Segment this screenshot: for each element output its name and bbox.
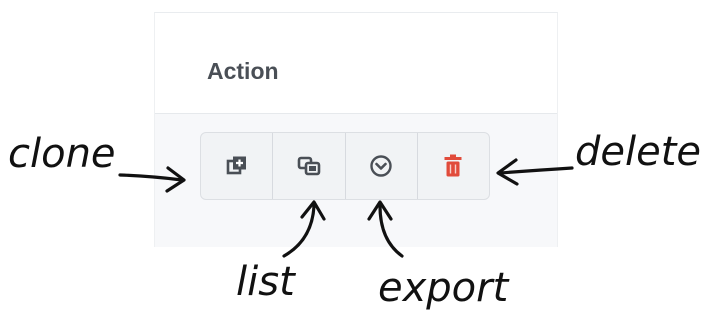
export-annotation: export	[378, 265, 509, 311]
export-arrow	[378, 204, 404, 258]
clone-arrow	[118, 173, 184, 182]
list-arrow	[282, 204, 316, 258]
delete-annotation: delete	[575, 129, 702, 175]
clone-annotation: clone	[8, 131, 116, 177]
list-annotation: list	[236, 259, 295, 305]
delete-arrow	[498, 166, 574, 175]
